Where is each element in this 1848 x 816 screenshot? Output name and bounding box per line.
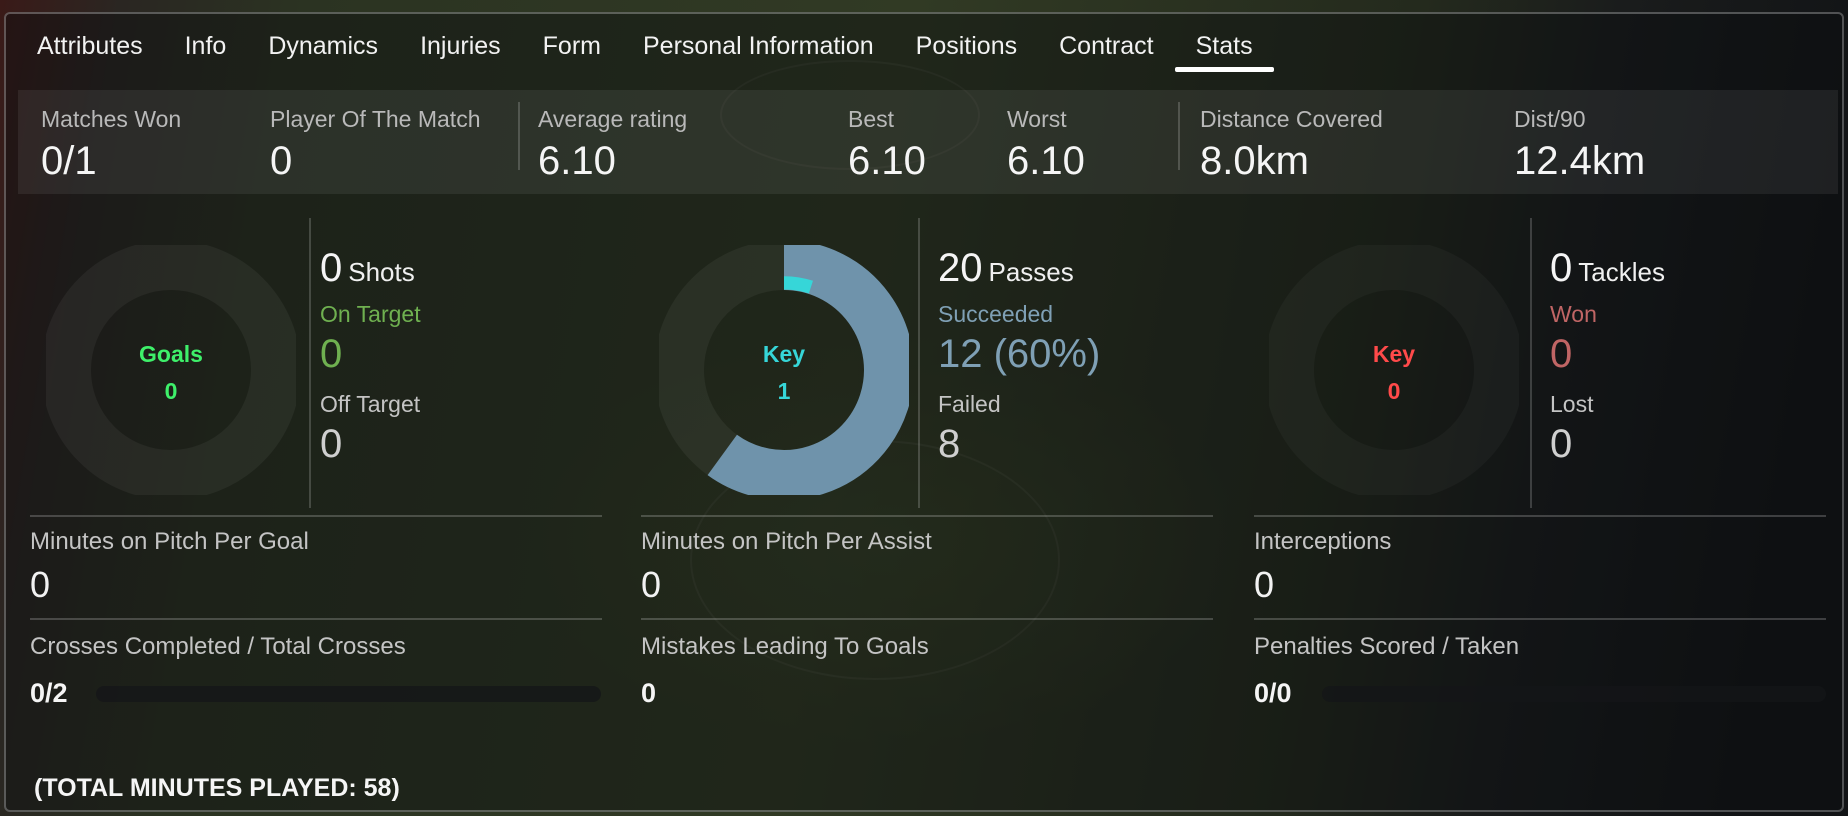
worst-value: 6.10 — [1007, 139, 1085, 183]
crosses-label: Crosses Completed / Total Crosses — [30, 633, 406, 660]
goals-donut: Goals 0 — [46, 245, 296, 495]
on-target-label: On Target — [320, 301, 421, 327]
tab-form[interactable]: Form — [522, 20, 622, 80]
distance-label: Distance Covered — [1200, 106, 1383, 132]
tab-stats[interactable]: Stats — [1174, 20, 1274, 80]
passes-donut-label: Key 1 — [659, 341, 909, 405]
worst-rating: Worst 6.10 — [1007, 90, 1085, 184]
row-divider — [641, 515, 1213, 517]
minutes-per-assist-label: Minutes on Pitch Per Assist — [641, 528, 932, 555]
passes-donut: Key 1 — [659, 245, 909, 495]
row-divider — [30, 618, 602, 620]
passes-block: 20 Passes Succeeded 12 (60%) Failed 8 — [938, 246, 1100, 467]
failed-value: 8 — [938, 422, 961, 466]
penalties-label: Penalties Scored / Taken — [1254, 633, 1520, 660]
tackles-donut: Key 0 — [1269, 245, 1519, 495]
minutes-per-assist-value: 0 — [641, 564, 662, 605]
tackles-title: Tackles — [1578, 257, 1665, 287]
tab-contract[interactable]: Contract — [1038, 20, 1174, 80]
tab-info[interactable]: Info — [164, 20, 248, 80]
matches-won-label: Matches Won — [41, 106, 182, 132]
row-divider — [30, 515, 602, 517]
mistakes-value: 0 — [641, 678, 657, 708]
succeeded-value: 12 (60%) — [938, 332, 1101, 376]
key-passes-key: Key — [762, 341, 806, 367]
tab-positions[interactable]: Positions — [895, 20, 1038, 80]
row-divider — [641, 618, 1213, 620]
best-rating: Best 6.10 — [848, 90, 926, 184]
tab-dynamics[interactable]: Dynamics — [247, 20, 399, 80]
goals-key: Goals — [139, 341, 203, 367]
mistakes-label: Mistakes Leading To Goals — [641, 633, 929, 660]
passes-count: 20 — [938, 246, 983, 290]
tab-bar: Attributes Info Dynamics Injuries Form P… — [16, 20, 1274, 80]
penalties-bar — [1322, 686, 1826, 702]
average-rating: Average rating 6.10 — [538, 90, 687, 184]
potm-value: 0 — [270, 139, 293, 183]
best-value: 6.10 — [848, 139, 926, 183]
penalties: Penalties Scored / Taken — [1254, 633, 1519, 661]
won-value: 0 — [1550, 332, 1573, 376]
avg-value: 6.10 — [538, 139, 616, 183]
interceptions: Interceptions 0 — [1254, 528, 1391, 606]
divider — [309, 218, 311, 508]
divider — [1530, 218, 1532, 508]
tab-attributes[interactable]: Attributes — [16, 20, 164, 80]
summary-strip: Matches Won 0/1 Player Of The Match 0 Av… — [18, 90, 1838, 194]
key-passes-arc — [783, 276, 813, 294]
tackles-count: 0 — [1550, 246, 1573, 290]
tab-personal-information[interactable]: Personal Information — [622, 20, 895, 80]
best-label: Best — [848, 106, 895, 132]
minutes-per-goal: Minutes on Pitch Per Goal 0 — [30, 528, 309, 606]
off-target-value: 0 — [320, 422, 343, 466]
minutes-per-goal-value: 0 — [30, 564, 51, 605]
dist90-label: Dist/90 — [1514, 106, 1586, 132]
dist90-value: 12.4km — [1514, 139, 1646, 183]
interceptions-label: Interceptions — [1254, 528, 1392, 555]
minutes-per-assist: Minutes on Pitch Per Assist 0 — [641, 528, 932, 606]
tackles-block: 0 Tackles Won 0 Lost 0 — [1550, 246, 1665, 467]
distance-covered: Distance Covered 8.0km — [1200, 90, 1383, 184]
penalties-value: 0/0 — [1254, 678, 1292, 708]
interceptions-value: 0 — [1254, 564, 1275, 605]
key-tackles-value: 0 — [1387, 378, 1401, 404]
matches-won-value: 0/1 — [41, 139, 97, 183]
key-tackles-key: Key — [1372, 341, 1416, 367]
tackles-donut-label: Key 0 — [1269, 341, 1519, 405]
shots-title: Shots — [348, 257, 415, 287]
distance-per-90: Dist/90 12.4km — [1514, 90, 1645, 184]
goals-donut-label: Goals 0 — [46, 341, 296, 405]
crosses: Crosses Completed / Total Crosses — [30, 633, 406, 661]
potm-label: Player Of The Match — [270, 106, 481, 132]
player-of-the-match: Player Of The Match 0 — [270, 90, 481, 184]
goals-value: 0 — [164, 378, 178, 404]
crosses-value: 0/2 — [30, 678, 68, 708]
distance-value: 8.0km — [1200, 139, 1309, 183]
divider — [1178, 102, 1180, 170]
won-label: Won — [1550, 301, 1597, 327]
total-minutes-played: (TOTAL MINUTES PLAYED: 58) — [34, 774, 400, 802]
succeeded-label: Succeeded — [938, 301, 1054, 327]
worst-label: Worst — [1007, 106, 1067, 132]
divider — [918, 218, 920, 508]
shots-block: 0 Shots On Target 0 Off Target 0 — [320, 246, 421, 467]
failed-label: Failed — [938, 391, 1001, 417]
key-passes-value: 1 — [777, 378, 791, 404]
crosses-bar — [96, 686, 601, 702]
player-stats-panel: Attributes Info Dynamics Injuries Form P… — [4, 12, 1844, 812]
mistakes-leading-to-goals: Mistakes Leading To Goals — [641, 633, 929, 661]
divider — [518, 102, 520, 170]
lost-value: 0 — [1550, 422, 1573, 466]
row-divider — [1254, 618, 1826, 620]
passes-title: Passes — [988, 257, 1074, 287]
tab-injuries[interactable]: Injuries — [399, 20, 522, 80]
avg-label: Average rating — [538, 106, 688, 132]
on-target-value: 0 — [320, 332, 343, 376]
shots-count: 0 — [320, 246, 343, 290]
row-divider — [1254, 515, 1826, 517]
off-target-label: Off Target — [320, 391, 421, 417]
matches-won: Matches Won 0/1 — [41, 90, 181, 184]
minutes-per-goal-label: Minutes on Pitch Per Goal — [30, 528, 309, 555]
lost-label: Lost — [1550, 391, 1594, 417]
